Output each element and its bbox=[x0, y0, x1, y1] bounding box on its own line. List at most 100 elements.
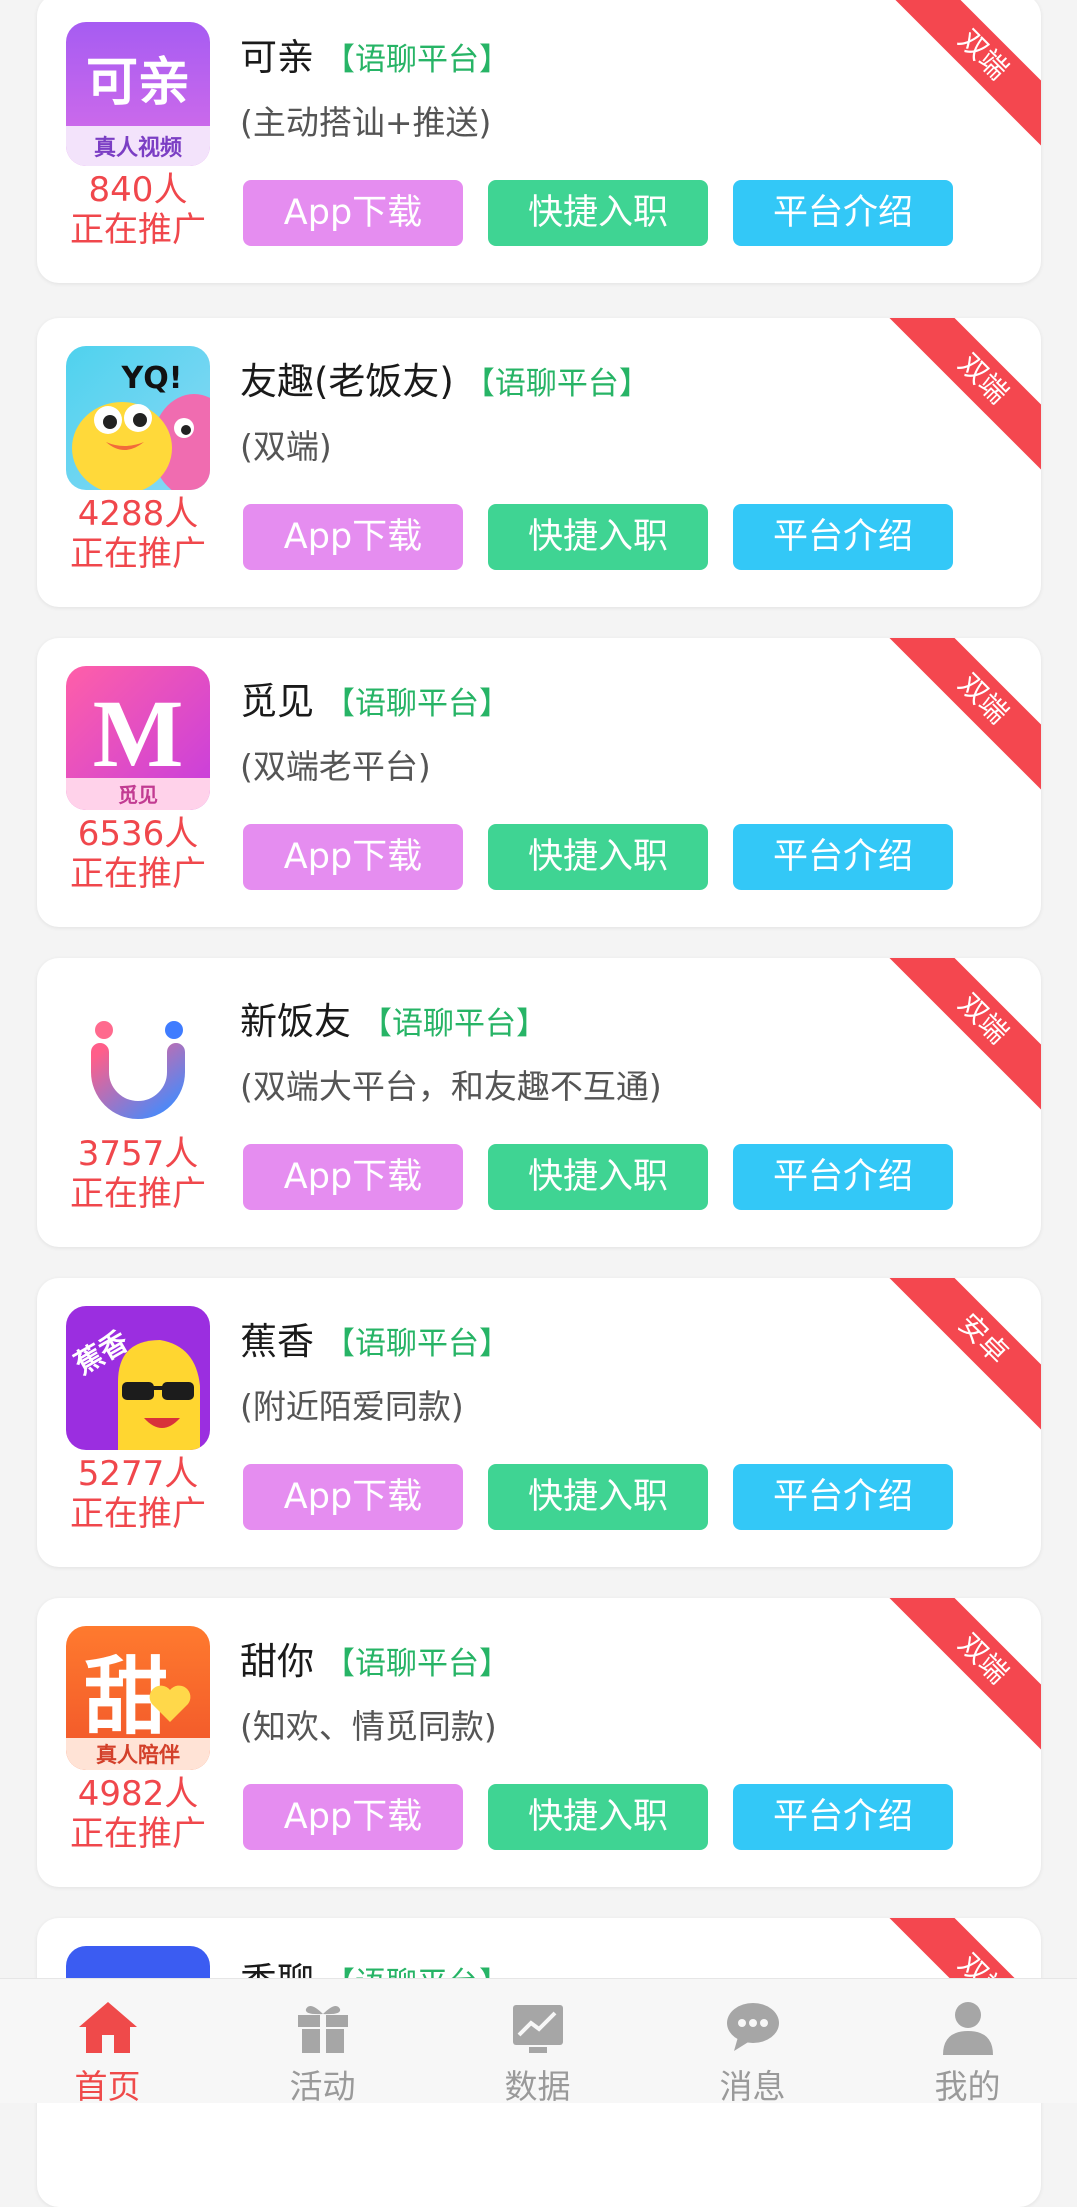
quick-join-button[interactable]: 快捷入职 bbox=[488, 1144, 708, 1210]
xinfanyou-logo-icon bbox=[66, 986, 210, 1130]
promo-count: 3757人 bbox=[77, 1134, 199, 1174]
promo-stat: 6536人 正在推广 bbox=[55, 814, 221, 894]
platform-name: 友趣(老饭友) bbox=[240, 360, 454, 403]
promo-count: 6536人 bbox=[77, 814, 199, 854]
tab-label: 消息 bbox=[719, 2067, 786, 2106]
platform-name: 甜你 bbox=[240, 1640, 314, 1683]
logo-subtext: 真人陪伴 bbox=[96, 1743, 180, 1767]
tab-mine[interactable]: 我的 bbox=[860, 1979, 1075, 2106]
platform-tag: 【语聊平台】 bbox=[324, 686, 510, 722]
keqin-logo-icon: 可亲 真人视频 bbox=[66, 22, 210, 166]
platform-intro-button[interactable]: 平台介绍 bbox=[733, 824, 953, 890]
app-download-button[interactable]: App下载 bbox=[243, 824, 463, 890]
tianni-logo-icon: 甜 真人陪伴 bbox=[66, 1626, 210, 1770]
promo-stat: 4288人 正在推广 bbox=[55, 494, 221, 574]
platform-intro-button[interactable]: 平台介绍 bbox=[733, 1464, 953, 1530]
platform-card[interactable]: 双端 可亲 真人视频 840人 正在推广 可亲 【语聊平台】 (主动搭讪+推送) … bbox=[37, 0, 1041, 283]
tab-messages[interactable]: 消息 bbox=[645, 1979, 860, 2106]
platform-tag: 【语聊平台】 bbox=[324, 1326, 510, 1362]
platform-desc: (双端老平台) bbox=[240, 747, 431, 786]
platform-card[interactable]: 安卓 蕉香 5277人 正在推广 蕉香 【语聊平台】 (附近陌爱同款) App下载… bbox=[37, 1278, 1041, 1567]
promo-label: 正在推广 bbox=[70, 1174, 206, 1214]
app-download-button[interactable]: App下载 bbox=[243, 1144, 463, 1210]
promo-label: 正在推广 bbox=[70, 210, 206, 250]
promo-stat: 4982人 正在推广 bbox=[55, 1774, 221, 1854]
promo-stat: 840人 正在推广 bbox=[55, 170, 221, 250]
home-icon bbox=[79, 2002, 137, 2053]
platform-card[interactable]: 双端 YQ! 4288人 正在推广 友趣(老饭友) 【语聊平台】 (双端) App… bbox=[37, 318, 1041, 607]
promo-label: 正在推广 bbox=[70, 534, 206, 574]
app-download-button[interactable]: App下载 bbox=[243, 1464, 463, 1530]
tab-activity[interactable]: 活动 bbox=[215, 1979, 430, 2106]
platform-desc: (附近陌爱同款) bbox=[240, 1387, 464, 1426]
logo-text: YQ! bbox=[121, 361, 183, 396]
platform-ribbon: 安卓 bbox=[881, 1278, 1041, 1441]
app-download-button[interactable]: App下载 bbox=[243, 504, 463, 570]
platform-title: 新饭友 【语聊平台】 bbox=[240, 994, 547, 1050]
app-download-button[interactable]: App下载 bbox=[243, 1784, 463, 1850]
tab-home[interactable]: 首页 bbox=[0, 1979, 215, 2106]
jiaoxiang-logo-icon: 蕉香 bbox=[66, 1306, 210, 1450]
quick-join-button[interactable]: 快捷入职 bbox=[488, 504, 708, 570]
platform-desc: (主动搭讪+推送) bbox=[240, 103, 492, 142]
platform-name: 新饭友 bbox=[240, 1000, 351, 1043]
platform-desc: (双端) bbox=[240, 427, 332, 466]
app-download-button[interactable]: App下载 bbox=[243, 180, 463, 246]
logo-text: M bbox=[93, 680, 184, 787]
user-icon bbox=[943, 2002, 993, 2055]
quick-join-button[interactable]: 快捷入职 bbox=[488, 180, 708, 246]
platform-tag: 【语聊平台】 bbox=[324, 42, 510, 78]
gift-icon bbox=[298, 2005, 348, 2053]
platform-ribbon: 双端 bbox=[881, 0, 1041, 157]
platform-intro-button[interactable]: 平台介绍 bbox=[733, 504, 953, 570]
logo-text: 可亲 bbox=[86, 53, 190, 113]
logo-subtext: 觅见 bbox=[118, 783, 158, 807]
promo-stat: 5277人 正在推广 bbox=[55, 1454, 221, 1534]
tab-label: 首页 bbox=[74, 2067, 141, 2106]
quick-join-button[interactable]: 快捷入职 bbox=[488, 1784, 708, 1850]
message-icon bbox=[727, 2003, 779, 2051]
platform-card[interactable]: 双端 M 觅见 6536人 正在推广 觅见 【语聊平台】 (双端老平台) App下… bbox=[37, 638, 1041, 927]
promo-count: 4982人 bbox=[77, 1774, 199, 1814]
platform-title: 蕉香 【语聊平台】 bbox=[240, 1314, 510, 1370]
promo-label: 正在推广 bbox=[70, 1814, 206, 1854]
promo-label: 正在推广 bbox=[70, 1494, 206, 1534]
promo-label: 正在推广 bbox=[70, 854, 206, 894]
tab-label: 数据 bbox=[504, 2067, 571, 2106]
quick-join-button[interactable]: 快捷入职 bbox=[488, 1464, 708, 1530]
platform-intro-button[interactable]: 平台介绍 bbox=[733, 1144, 953, 1210]
platform-desc: (知欢、情觅同款) bbox=[240, 1707, 497, 1746]
platform-title: 友趣(老饭友) 【语聊平台】 bbox=[240, 354, 650, 410]
platform-tag: 【语聊平台】 bbox=[463, 366, 650, 402]
platform-tag: 【语聊平台】 bbox=[324, 1646, 510, 1682]
quick-join-button[interactable]: 快捷入职 bbox=[488, 824, 708, 890]
platform-name: 可亲 bbox=[240, 36, 314, 79]
platform-ribbon: 双端 bbox=[881, 1598, 1041, 1761]
platform-intro-button[interactable]: 平台介绍 bbox=[733, 180, 953, 246]
promo-count: 5277人 bbox=[77, 1454, 199, 1494]
platform-name: 觅见 bbox=[240, 680, 314, 723]
platform-title: 觅见 【语聊平台】 bbox=[240, 674, 510, 730]
platform-ribbon: 双端 bbox=[881, 958, 1041, 1121]
platform-desc: (双端大平台，和友趣不互通) bbox=[240, 1067, 662, 1106]
logo-subtext: 真人视频 bbox=[94, 135, 182, 161]
tab-label: 我的 bbox=[934, 2067, 1001, 2106]
promo-stat: 3757人 正在推广 bbox=[55, 1134, 221, 1214]
platform-name: 蕉香 bbox=[240, 1320, 314, 1363]
tab-data[interactable]: 数据 bbox=[430, 1979, 645, 2106]
platform-tag: 【语聊平台】 bbox=[361, 1006, 547, 1042]
platform-ribbon: 双端 bbox=[881, 318, 1041, 481]
platform-title: 甜你 【语聊平台】 bbox=[240, 1634, 510, 1690]
bottom-tab-bar: 首页 活动 数据 消息 我的 bbox=[0, 1978, 1077, 2106]
promo-count: 4288人 bbox=[77, 494, 199, 534]
platform-title: 可亲 【语聊平台】 bbox=[240, 30, 510, 86]
platform-intro-button[interactable]: 平台介绍 bbox=[733, 1784, 953, 1850]
platform-ribbon: 双端 bbox=[881, 638, 1041, 801]
tab-label: 活动 bbox=[289, 2067, 356, 2106]
chart-icon bbox=[513, 2005, 563, 2053]
platform-card[interactable]: 双端 3757人 正在推广 新饭友 【语聊平台】 (双端大平台，和友趣不互通) A… bbox=[37, 958, 1041, 1247]
mijian-logo-icon: M 觅见 bbox=[66, 666, 210, 810]
platform-card[interactable]: 双端 甜 真人陪伴 4982人 正在推广 甜你 【语聊平台】 (知欢、情觅同款) … bbox=[37, 1598, 1041, 1887]
promo-count: 840人 bbox=[88, 170, 188, 210]
youqu-logo-icon: YQ! bbox=[66, 346, 210, 490]
